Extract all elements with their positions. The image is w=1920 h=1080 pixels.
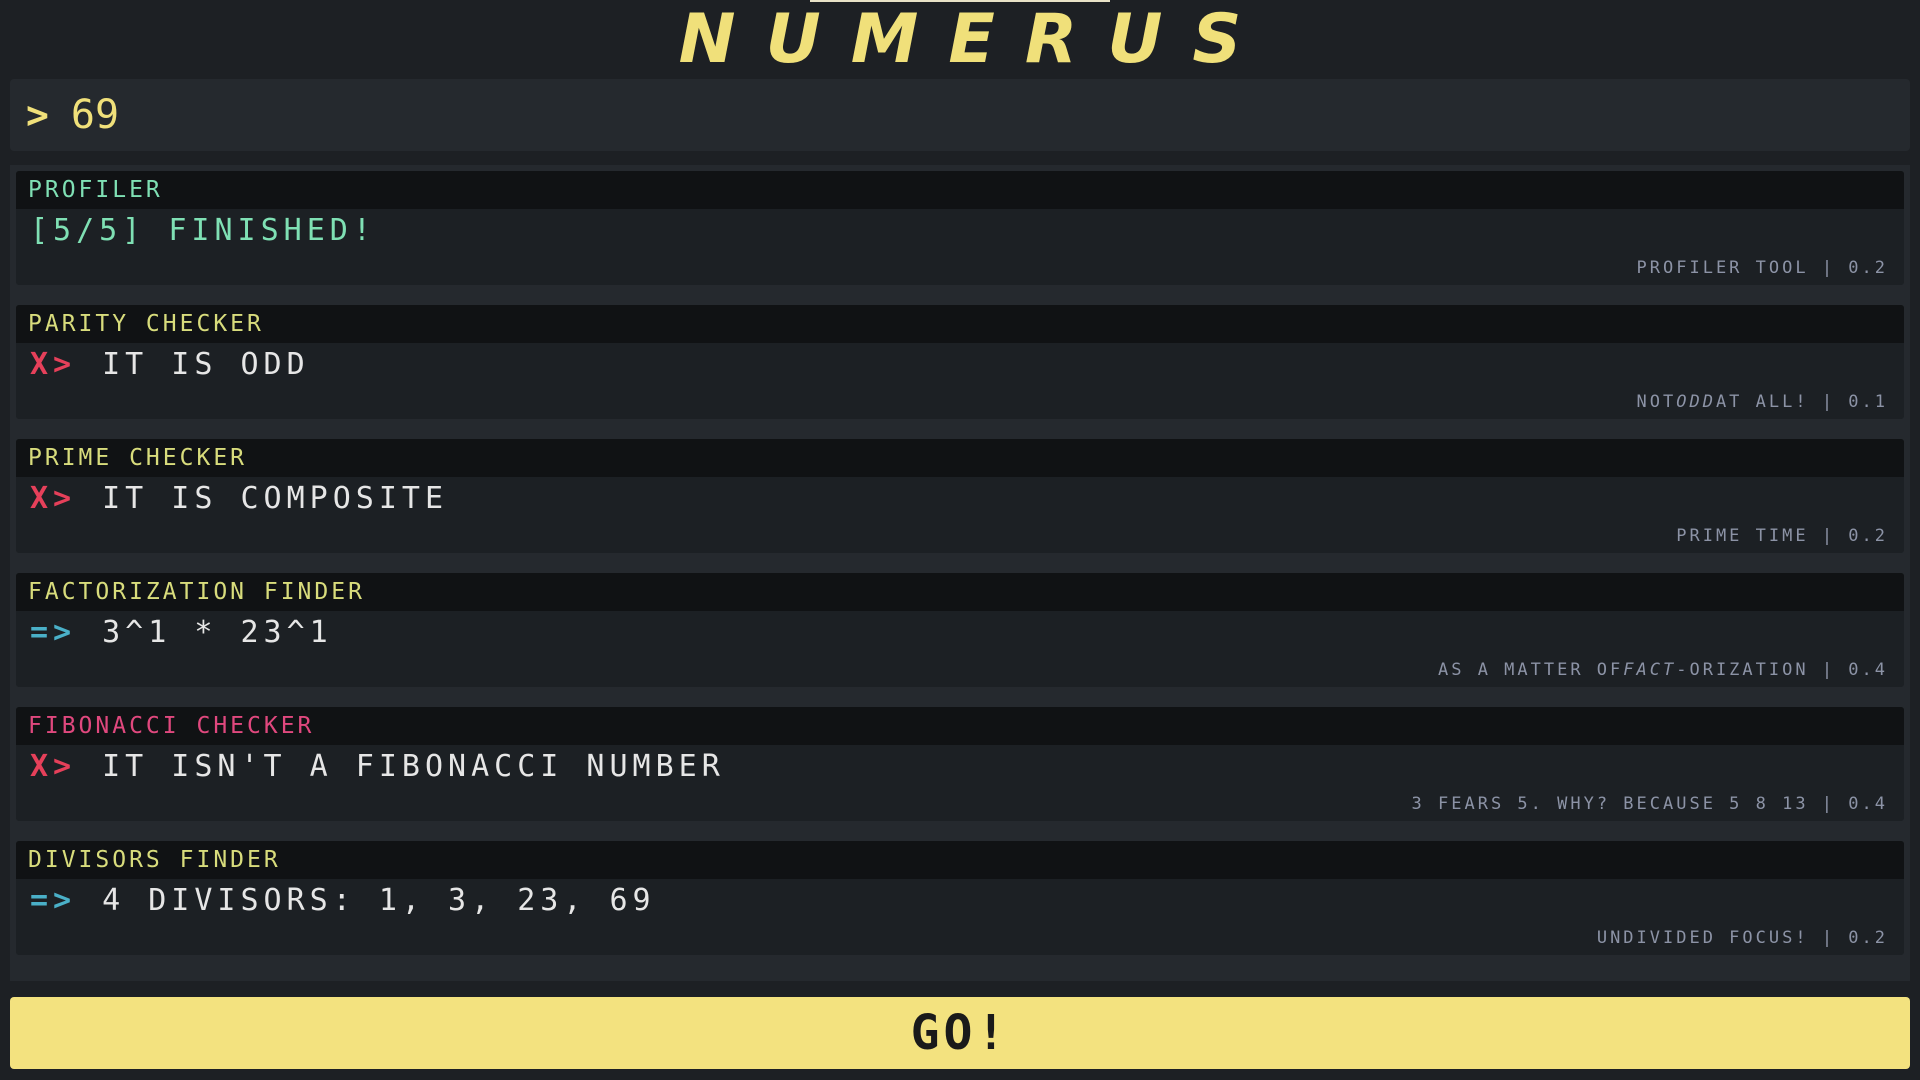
result-arrow-icon: =>: [30, 614, 77, 650]
card-result: [5/5] FINISHED!: [16, 209, 1904, 251]
card-parity-checker: PARITY CHECKER X> IT IS ODD NOT ODD AT A…: [16, 305, 1904, 419]
card-footer-text: UNDIVIDED FOCUS! | 0.2: [1596, 928, 1888, 948]
card-footer: UNDIVIDED FOCUS! | 0.2: [16, 921, 1904, 955]
card-result: => 4 DIVISORS: 1, 3, 23, 69: [16, 879, 1904, 921]
card-title: PROFILER: [16, 171, 1904, 209]
top-accent-line: [810, 0, 1110, 2]
card-prime-checker: PRIME CHECKER X> IT IS COMPOSITE PRIME T…: [16, 439, 1904, 553]
app-title: NUMERUS: [678, 0, 1272, 79]
card-result-text: IT IS ODD: [102, 346, 310, 382]
card-footer-emphasis: ODD: [1676, 392, 1716, 412]
card-result: => 3^1 * 23^1: [16, 611, 1904, 653]
card-footer-text: NOT: [1636, 392, 1677, 412]
card-title: DIVISORS FINDER: [16, 841, 1904, 879]
card-result-text: IT ISN'T A FIBONACCI NUMBER: [102, 748, 725, 784]
number-input-row[interactable]: >: [10, 79, 1910, 151]
fail-marker-icon: X>: [30, 346, 77, 382]
card-result: X> IT ISN'T A FIBONACCI NUMBER: [16, 745, 1904, 787]
number-input[interactable]: [70, 92, 1671, 138]
card-result-text: 4 DIVISORS: 1, 3, 23, 69: [102, 882, 656, 918]
card-result-text: 3^1 * 23^1: [102, 614, 333, 650]
result-arrow-icon: =>: [30, 882, 77, 918]
card-footer-emphasis: FACT: [1623, 660, 1677, 680]
prompt-chevron-icon: >: [26, 93, 49, 137]
card-profiler: PROFILER [5/5] FINISHED! PROFILER TOOL |…: [16, 171, 1904, 285]
card-footer-text: PROFILER TOOL | 0.2: [1636, 258, 1888, 278]
card-result: X> IT IS ODD: [16, 343, 1904, 385]
results-panel: PROFILER [5/5] FINISHED! PROFILER TOOL |…: [10, 165, 1910, 981]
go-button[interactable]: GO!: [10, 997, 1910, 1069]
card-footer: 3 FEARS 5. WHY? BECAUSE 5 8 13 | 0.4: [16, 787, 1904, 821]
card-footer: PROFILER TOOL | 0.2: [16, 251, 1904, 285]
card-footer-text: 3 FEARS 5. WHY? BECAUSE 5 8 13 | 0.4: [1411, 794, 1888, 814]
card-footer-text: PRIME TIME | 0.2: [1676, 526, 1888, 546]
card-result-text: IT IS COMPOSITE: [102, 480, 449, 516]
card-fibonacci-checker: FIBONACCI CHECKER X> IT ISN'T A FIBONACC…: [16, 707, 1904, 821]
card-footer: PRIME TIME | 0.2: [16, 519, 1904, 553]
card-title: FIBONACCI CHECKER: [16, 707, 1904, 745]
card-factorization-finder: FACTORIZATION FINDER => 3^1 * 23^1 AS A …: [16, 573, 1904, 687]
card-footer-text: AS A MATTER OF: [1437, 660, 1624, 680]
card-divisors-finder: DIVISORS FINDER => 4 DIVISORS: 1, 3, 23,…: [16, 841, 1904, 955]
card-title: FACTORIZATION FINDER: [16, 573, 1904, 611]
card-result: X> IT IS COMPOSITE: [16, 477, 1904, 519]
card-footer: AS A MATTER OF FACT -ORIZATION | 0.4: [16, 653, 1904, 687]
fail-marker-icon: X>: [30, 748, 77, 784]
card-title: PRIME CHECKER: [16, 439, 1904, 477]
card-footer-text: -ORIZATION | 0.4: [1676, 660, 1888, 680]
card-result-text: [5/5] FINISHED!: [30, 212, 376, 248]
card-footer: NOT ODD AT ALL! | 0.1: [16, 385, 1904, 419]
fail-marker-icon: X>: [30, 480, 77, 516]
card-footer-text: AT ALL! | 0.1: [1715, 392, 1888, 412]
card-title: PARITY CHECKER: [16, 305, 1904, 343]
